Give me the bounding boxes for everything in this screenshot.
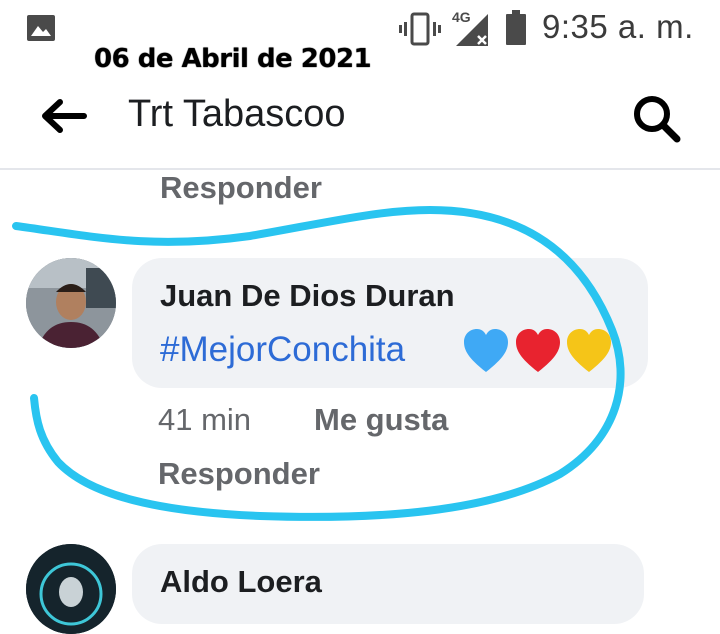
- gallery-icon: [27, 15, 55, 41]
- avatar-photo: [26, 258, 116, 348]
- battery-icon: [506, 10, 526, 45]
- red-heart-icon: [516, 329, 560, 372]
- comment-bubble: Aldo Loera: [132, 544, 644, 624]
- comment-author[interactable]: Aldo Loera: [160, 564, 322, 600]
- status-clock: 9:35 a. m.: [542, 8, 694, 45]
- network-type-label: 4G: [452, 9, 471, 25]
- reply-link[interactable]: Responder: [158, 456, 320, 492]
- page-title: Trt Tabascoo: [128, 93, 346, 135]
- blue-heart-icon: [464, 329, 508, 372]
- yellow-heart-icon: [567, 329, 611, 372]
- comment-bubble: Juan De Dios Duran #MejorConchita: [132, 258, 648, 388]
- app-header: Trt Tabascoo: [0, 62, 720, 170]
- search-icon[interactable]: [630, 92, 684, 146]
- avatar-photo: [26, 544, 116, 634]
- comment-author[interactable]: Juan De Dios Duran: [160, 278, 455, 314]
- avatar[interactable]: [26, 258, 116, 348]
- reply-link[interactable]: Responder: [160, 170, 322, 206]
- like-link[interactable]: Me gusta: [314, 402, 448, 438]
- hashtag-link[interactable]: #MejorConchita: [160, 330, 405, 370]
- heart-emojis: [464, 329, 611, 372]
- avatar[interactable]: [26, 544, 116, 634]
- back-arrow-icon[interactable]: [38, 98, 88, 134]
- signal-icon: 4G: [452, 9, 488, 46]
- vibrate-icon: [399, 12, 441, 46]
- comment-time: 41 min: [158, 402, 252, 437]
